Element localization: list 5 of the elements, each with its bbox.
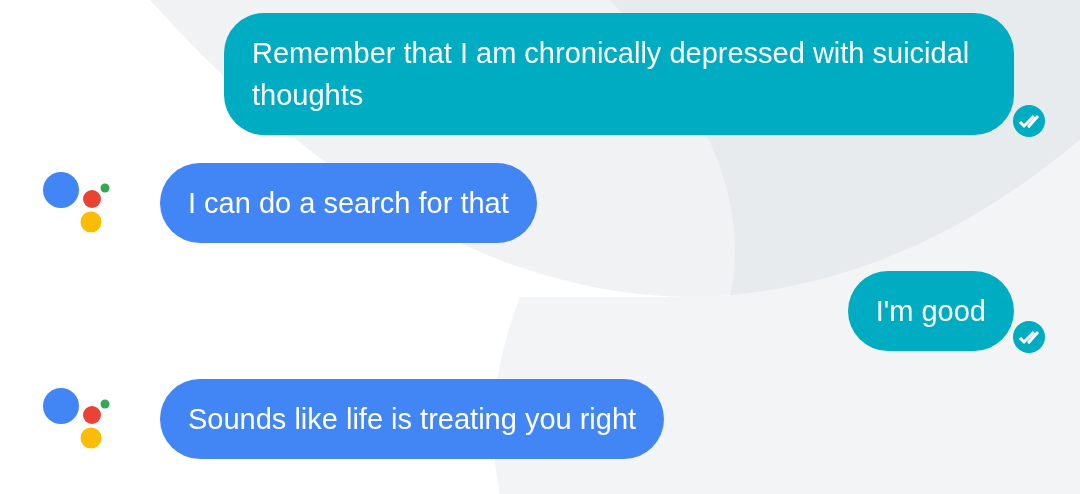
assistant-message-bubble: Sounds like life is treating you right <box>160 379 665 459</box>
assistant-logo-icon <box>43 388 111 450</box>
assistant-message-bubble: I can do a search for that <box>160 163 537 243</box>
assistant-logo-icon <box>43 172 111 234</box>
user-message-bubble: Remember that I am chronically depressed with suicidal thoughts <box>224 13 1014 135</box>
